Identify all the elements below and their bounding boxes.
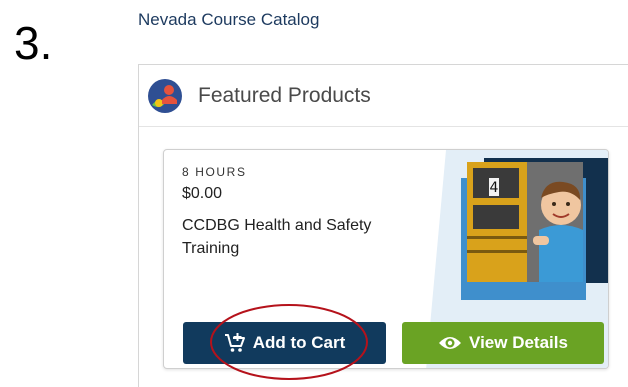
- cart-plus-icon: [224, 333, 246, 353]
- product-hours: 8 HOURS: [182, 165, 247, 179]
- panel-header: Featured Products: [139, 65, 628, 127]
- add-to-cart-button[interactable]: Add to Cart: [183, 322, 386, 364]
- product-name[interactable]: CCDBG Health and Safety Training: [182, 214, 422, 260]
- add-to-cart-label: Add to Cart: [252, 333, 346, 352]
- school-bus-child-photo[interactable]: 4: [449, 150, 609, 300]
- eye-icon: [438, 335, 462, 351]
- view-details-button[interactable]: View Details: [402, 322, 604, 364]
- product-card: 8 HOURS $0.00 CCDBG Health and Safety Tr…: [163, 149, 609, 369]
- panel-title: Featured Products: [198, 83, 371, 107]
- step-number: 3.: [14, 17, 53, 69]
- catalog-title-link[interactable]: Nevada Course Catalog: [138, 10, 319, 30]
- featured-products-panel: Featured Products 8 HOURS $0.00 CCDBG He…: [138, 64, 628, 387]
- view-details-label: View Details: [469, 333, 568, 352]
- svg-text:4: 4: [490, 180, 499, 196]
- product-price: $0.00: [182, 185, 223, 202]
- page: 3. Nevada Course Catalog Featured Produc…: [0, 0, 628, 387]
- person-group-logo-icon: [148, 78, 182, 113]
